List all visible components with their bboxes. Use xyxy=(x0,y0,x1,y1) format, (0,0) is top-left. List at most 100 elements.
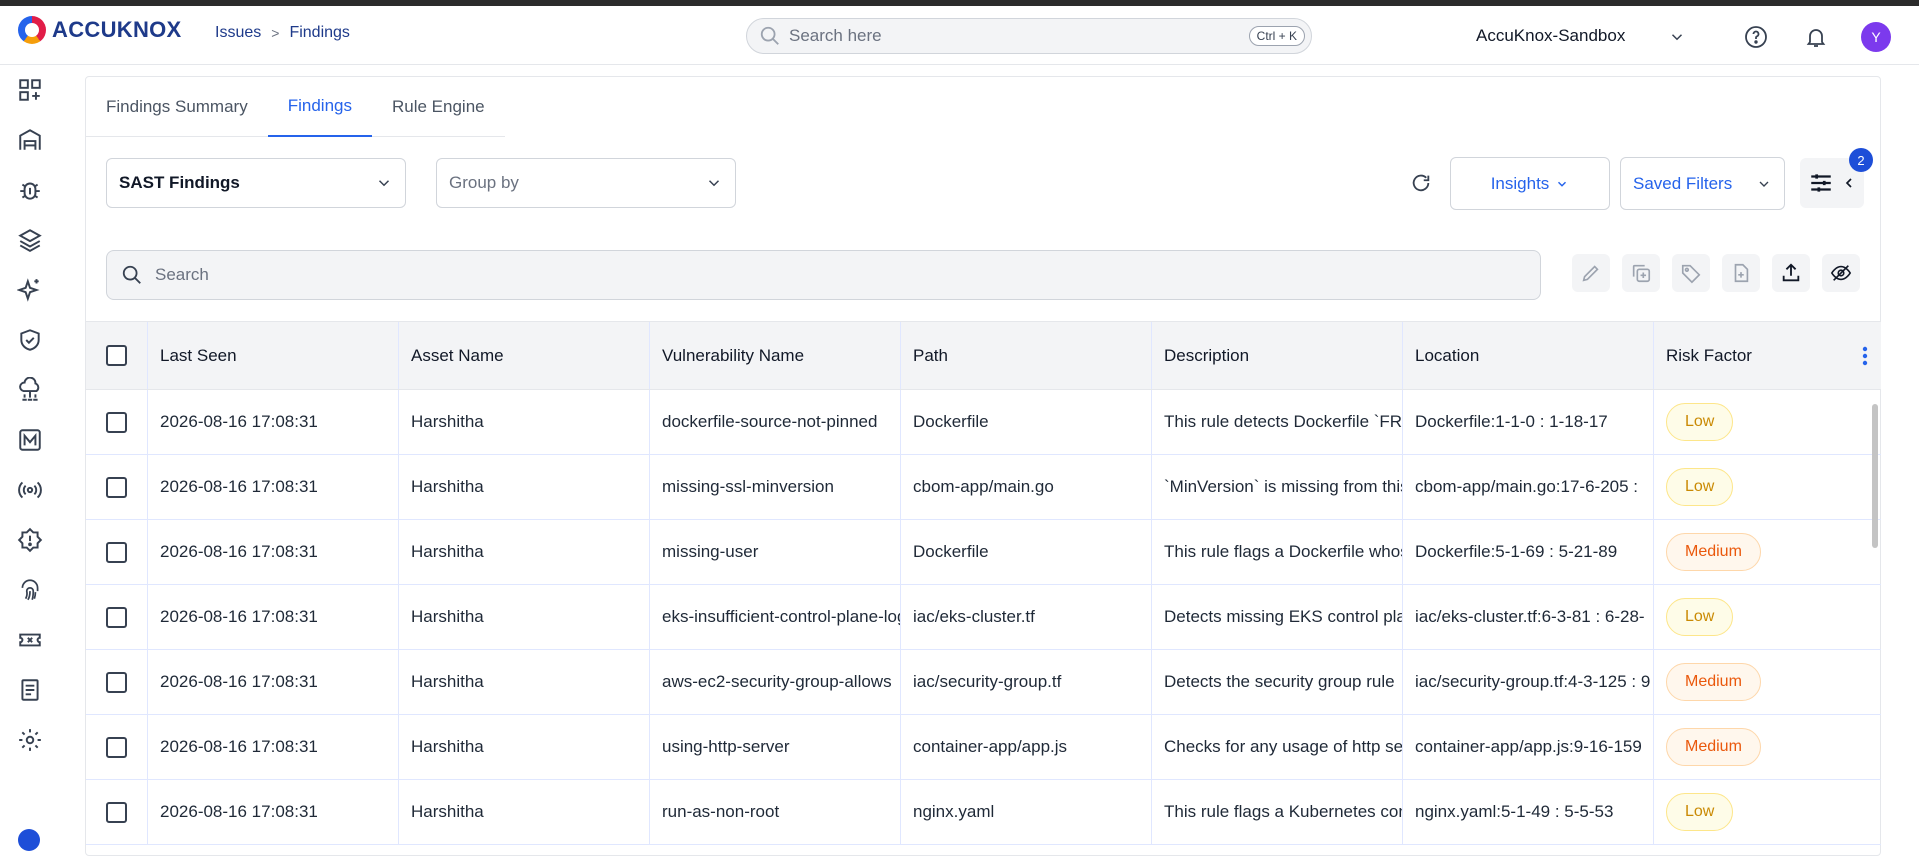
column-header-risk-factor[interactable]: Risk Factor xyxy=(1666,346,1752,366)
row-checkbox[interactable] xyxy=(106,476,127,498)
brand-name: ACCUKNOX xyxy=(52,17,182,42)
sliders-icon xyxy=(1810,174,1831,192)
column-header-path[interactable]: Path xyxy=(901,322,1152,389)
create-ticket-button[interactable] xyxy=(1722,254,1760,292)
copy-add-button[interactable] xyxy=(1622,254,1660,292)
tab-findings[interactable]: Findings xyxy=(267,77,372,137)
shield-check-icon[interactable] xyxy=(17,327,43,353)
fingerprint-icon[interactable] xyxy=(17,577,43,603)
table-row[interactable]: 2026-08-16 17:08:31 Harshitha using-http-s… xyxy=(86,715,1881,780)
row-checkbox[interactable] xyxy=(106,671,127,693)
ignore-button[interactable] xyxy=(1822,254,1860,292)
group-by-select[interactable]: Group by xyxy=(436,158,736,208)
risk-badge: Low xyxy=(1666,403,1734,441)
cell-description: This rule flags a Dockerfile whose xyxy=(1152,520,1403,584)
cell-vulnerability-name[interactable]: run-as-non-root xyxy=(650,780,901,844)
table-row[interactable]: 2026-08-16 17:08:31 Harshitha missing-ssl-… xyxy=(86,455,1881,520)
tab-rule-engine[interactable]: Rule Engine xyxy=(372,77,505,137)
cell-asset-name: Harshitha xyxy=(399,715,650,779)
cell-location: cbom-app/main.go:17-6-205 : xyxy=(1403,455,1654,519)
help-launcher-icon[interactable] xyxy=(18,829,40,851)
cell-asset-name: Harshitha xyxy=(399,520,650,584)
table-scrollbar[interactable] xyxy=(1872,404,1878,548)
cell-location: container-app/app.js:9-16-159 xyxy=(1403,715,1654,779)
cell-vulnerability-name[interactable]: missing-user xyxy=(650,520,901,584)
cell-last-seen: 2026-08-16 17:08:31 xyxy=(148,455,399,519)
column-header-last-seen[interactable]: Last Seen xyxy=(148,322,399,389)
column-header-description[interactable]: Description xyxy=(1152,322,1403,389)
findings-type-select[interactable]: SAST Findings xyxy=(106,158,406,208)
table-row[interactable]: 2026-08-16 17:08:31 Harshitha dockerfile-s… xyxy=(86,390,1881,455)
dashboard-icon[interactable] xyxy=(17,77,43,103)
row-select-cell xyxy=(86,715,148,779)
row-select-cell xyxy=(86,390,148,454)
row-checkbox[interactable] xyxy=(106,801,127,823)
edit-button[interactable] xyxy=(1572,254,1610,292)
tenant-selector-label[interactable]: AccuKnox-Sandbox xyxy=(1476,26,1625,46)
m-icon[interactable] xyxy=(17,427,43,453)
insights-label: Insights xyxy=(1490,173,1550,193)
tab-findings-summary[interactable]: Findings Summary xyxy=(86,77,268,137)
brand-logo[interactable]: ACCUKNOX xyxy=(18,16,182,44)
row-select-cell xyxy=(86,650,148,714)
saved-filters-button[interactable]: Saved Filters xyxy=(1620,157,1785,210)
document-icon[interactable] xyxy=(17,677,43,703)
bug-icon[interactable] xyxy=(17,177,43,203)
cell-path: iac/eks-cluster.tf xyxy=(901,585,1152,649)
settings-icon[interactable] xyxy=(17,727,43,753)
row-checkbox[interactable] xyxy=(106,541,127,563)
cell-last-seen: 2026-08-16 17:08:31 xyxy=(148,715,399,779)
cell-location: Dockerfile:5-1-69 : 5-21-89 xyxy=(1403,520,1654,584)
global-search-input[interactable]: Search here Ctrl + K xyxy=(746,18,1312,54)
cell-vulnerability-name[interactable]: aws-ec2-security-group-allows xyxy=(650,650,901,714)
cell-risk-factor: Medium xyxy=(1654,650,1880,714)
row-checkbox[interactable] xyxy=(106,736,127,758)
ticket-icon[interactable] xyxy=(17,627,43,653)
breadcrumb-findings[interactable]: Findings xyxy=(289,24,349,42)
radio-icon[interactable] xyxy=(17,477,43,503)
alert-badge-icon[interactable] xyxy=(17,527,43,553)
more-vertical-icon[interactable] xyxy=(1862,346,1868,366)
findings-search-input[interactable]: Search xyxy=(106,250,1541,300)
table-row[interactable]: 2026-08-16 17:08:31 Harshitha run-as-non-r… xyxy=(86,780,1881,845)
tag-button[interactable] xyxy=(1672,254,1710,292)
cell-vulnerability-name[interactable]: missing-ssl-minversion xyxy=(650,455,901,519)
help-icon[interactable] xyxy=(1744,25,1768,49)
layers-icon[interactable] xyxy=(17,227,43,253)
tag-icon xyxy=(1681,264,1701,284)
user-avatar[interactable]: Y xyxy=(1861,22,1891,52)
table-row[interactable]: 2026-08-16 17:08:31 Harshitha eks-insuffic… xyxy=(86,585,1881,650)
cell-vulnerability-name[interactable]: using-http-server xyxy=(650,715,901,779)
cell-risk-factor: Low xyxy=(1654,585,1880,649)
row-checkbox[interactable] xyxy=(106,411,127,433)
cloud-network-icon[interactable] xyxy=(17,377,43,403)
cell-vulnerability-name[interactable]: dockerfile-source-not-pinned xyxy=(650,390,901,454)
table-row[interactable]: 2026-08-16 17:08:31 Harshitha aws-ec2-secu… xyxy=(86,650,1881,715)
cell-vulnerability-name[interactable]: eks-insufficient-control-plane-logging xyxy=(650,585,901,649)
cell-path: Dockerfile xyxy=(901,520,1152,584)
breadcrumb-issues[interactable]: Issues xyxy=(215,24,261,42)
row-select-cell xyxy=(86,520,148,584)
table-row[interactable]: 2026-08-16 17:08:31 Harshitha missing-user… xyxy=(86,520,1881,585)
risk-badge: Medium xyxy=(1666,663,1761,701)
export-button[interactable] xyxy=(1772,254,1810,292)
column-header-asset-name[interactable]: Asset Name xyxy=(399,322,650,389)
cell-description: Detects missing EKS control plane xyxy=(1152,585,1403,649)
filter-count-badge: 2 xyxy=(1849,148,1873,172)
column-header-location[interactable]: Location xyxy=(1403,322,1654,389)
sparkle-icon[interactable] xyxy=(17,277,43,303)
select-all-cell xyxy=(86,322,148,389)
risk-badge: Low xyxy=(1666,468,1734,506)
column-header-vulnerability-name[interactable]: Vulnerability Name xyxy=(650,322,901,389)
insights-button[interactable]: Insights xyxy=(1450,157,1610,210)
row-checkbox[interactable] xyxy=(106,606,127,628)
cell-description: Checks for any usage of http server xyxy=(1152,715,1403,779)
cell-last-seen: 2026-08-16 17:08:31 xyxy=(148,780,399,844)
bell-icon[interactable] xyxy=(1804,25,1828,49)
row-select-cell xyxy=(86,455,148,519)
chevron-down-icon xyxy=(1759,181,1769,187)
chevron-down-icon[interactable] xyxy=(1668,28,1686,46)
select-all-checkbox[interactable] xyxy=(106,345,127,366)
building-icon[interactable] xyxy=(17,127,43,153)
refresh-icon[interactable] xyxy=(1410,172,1432,194)
